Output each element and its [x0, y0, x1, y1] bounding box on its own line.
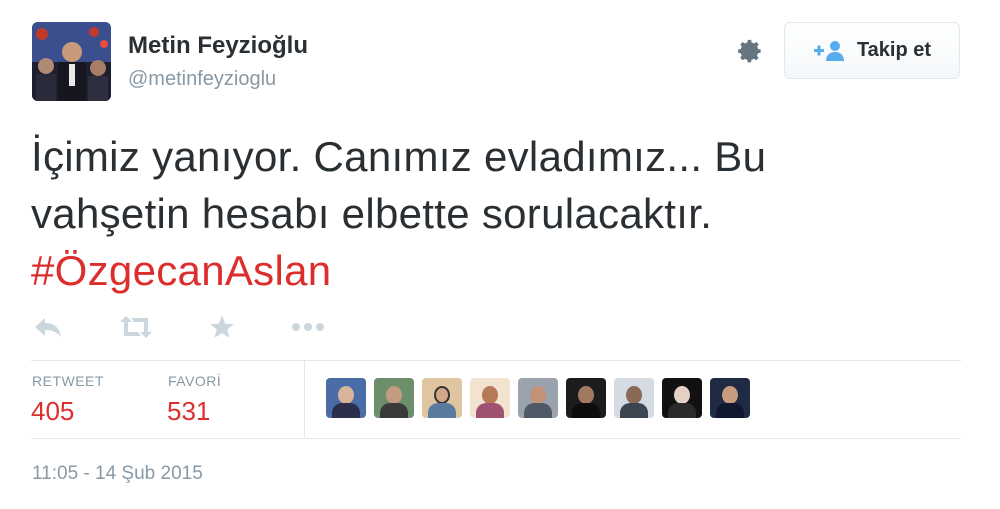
- retweet-count[interactable]: 405: [31, 396, 74, 427]
- divider: [31, 360, 961, 361]
- follow-button[interactable]: Takip et: [784, 22, 960, 79]
- tweet-timestamp[interactable]: 11:05 - 14 Şub 2015: [32, 463, 203, 485]
- display-name[interactable]: Metin Feyzioğlu: [128, 32, 308, 60]
- avatar[interactable]: [518, 378, 558, 418]
- retweet-icon: [120, 316, 152, 338]
- avatar[interactable]: [662, 378, 702, 418]
- add-user-icon: [813, 40, 844, 61]
- avatar[interactable]: [566, 378, 606, 418]
- avatar[interactable]: [422, 378, 462, 418]
- user-handle[interactable]: @metinfeyzioglu: [128, 68, 276, 91]
- more-button[interactable]: [290, 313, 326, 341]
- favorite-button[interactable]: [207, 313, 237, 341]
- hashtag-link[interactable]: #ÖzgecanAslan: [31, 242, 931, 299]
- reply-icon: [35, 318, 61, 337]
- favorite-count[interactable]: 531: [167, 396, 210, 427]
- divider: [304, 361, 305, 438]
- star-icon: [210, 315, 234, 338]
- settings-button[interactable]: [731, 33, 767, 69]
- more-dots-icon: [292, 323, 324, 331]
- avatar[interactable]: [470, 378, 510, 418]
- avatar[interactable]: [614, 378, 654, 418]
- retweet-button[interactable]: [118, 313, 154, 341]
- divider: [31, 438, 961, 439]
- retweet-stat-label: RETWEET: [32, 373, 104, 389]
- tweet-text: İçimiz yanıyor. Canımız evladımız... Bu …: [31, 128, 931, 299]
- tweet-text-line: vahşetin hesabı elbette sorulacaktır.: [31, 190, 713, 237]
- favorite-stat-label: FAVORİ: [168, 373, 222, 389]
- avatar[interactable]: [710, 378, 750, 418]
- reply-button[interactable]: [32, 313, 64, 341]
- profile-avatar[interactable]: [32, 22, 111, 101]
- avatar[interactable]: [374, 378, 414, 418]
- tweet-text-line: İçimiz yanıyor. Canımız evladımız... Bu: [31, 133, 767, 180]
- gear-icon: [738, 39, 761, 63]
- follow-button-label: Takip et: [856, 39, 932, 61]
- avatar[interactable]: [326, 378, 366, 418]
- tweet-card: Metin Feyzioğlu @metinfeyzioglu Takip et…: [0, 0, 1000, 509]
